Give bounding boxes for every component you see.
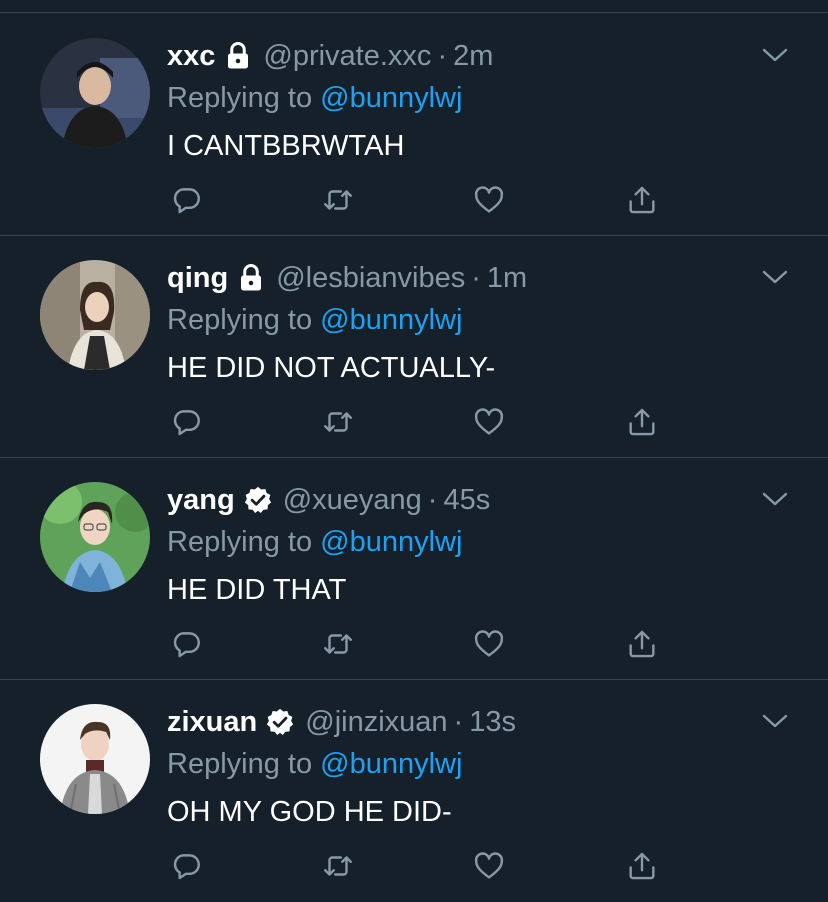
share-button[interactable] [622,624,662,664]
avatar-image [40,704,150,814]
user-handle[interactable]: @private.xxc [263,40,431,73]
tweet-item[interactable]: xxc @private.xxc · 2m Replying to @bunny… [0,14,828,236]
share-icon [629,408,655,436]
tweet-actions [0,402,828,442]
display-name[interactable]: qing [167,262,228,295]
tweet-actions [0,180,828,220]
separator-dot: · [453,705,464,738]
user-handle[interactable]: @lesbianvibes [276,262,465,295]
user-handle[interactable]: @xueyang [283,484,422,517]
replying-to-label: Replying to [167,82,313,114]
timestamp[interactable]: 1m [487,262,527,295]
replying-to-label: Replying to [167,526,313,558]
reply-button[interactable] [166,180,206,220]
reply-button[interactable] [166,846,206,886]
separator-dot: · [427,483,438,516]
avatar[interactable] [40,260,150,370]
tweet-item[interactable]: yang @xueyang · 45s Replying to @bunnylw… [0,458,828,680]
display-name[interactable]: xxc [167,40,215,73]
tweet-actions [0,624,828,664]
heart-icon [474,852,504,879]
retweet-icon [324,412,352,432]
heart-icon [474,630,504,657]
display-name[interactable]: zixuan [167,706,257,739]
tweet-text: OH MY GOD HE DID- [167,796,452,828]
retweet-icon [324,634,352,654]
avatar-image [40,38,150,148]
display-name[interactable]: yang [167,484,235,517]
reply-icon [173,410,200,436]
avatar-image [40,482,150,592]
retweet-icon [324,856,352,876]
reply-icon [173,632,200,658]
chevron-down-icon[interactable] [760,488,790,510]
tweet-header: yang @xueyang · 45s [167,480,490,520]
tweet-text: I CANTBBRWTAH [167,130,405,162]
mention-link[interactable]: @bunnylwj [320,526,462,558]
reply-button[interactable] [166,402,206,442]
chevron-down-icon[interactable] [760,266,790,288]
avatar[interactable] [40,38,150,148]
replying-to-label: Replying to [167,304,313,336]
retweet-button[interactable] [318,624,358,664]
like-button[interactable] [469,624,509,664]
retweet-button[interactable] [318,402,358,442]
mention-link[interactable]: @bunnylwj [320,82,462,114]
replying-to: Replying to @bunnylwj [167,748,462,781]
reply-button[interactable] [166,624,206,664]
replying-to: Replying to @bunnylwj [167,82,462,115]
share-icon [629,852,655,880]
timestamp[interactable]: 2m [453,40,493,73]
heart-icon [474,186,504,213]
separator-dot: · [437,39,448,72]
replying-to-label: Replying to [167,748,313,780]
avatar[interactable] [40,704,150,814]
reply-icon [173,188,200,214]
share-icon [629,186,655,214]
tweet-header: qing @lesbianvibes · 1m [167,258,527,298]
tweet-header: xxc @private.xxc · 2m [167,36,493,76]
tweet-item[interactable]: qing @lesbianvibes · 1m Replying to @bun… [0,236,828,458]
heart-icon [474,408,504,435]
lock-icon [223,41,253,71]
tweet-text: HE DID NOT ACTUALLY- [167,352,496,384]
mention-link[interactable]: @bunnylwj [320,304,462,336]
tweet-actions [0,846,828,886]
avatar-image [40,260,150,370]
timestamp[interactable]: 13s [469,706,516,739]
retweet-button[interactable] [318,846,358,886]
verified-icon [243,485,273,515]
tweet-text: HE DID THAT [167,574,347,606]
replying-to: Replying to @bunnylwj [167,526,462,559]
retweet-icon [324,190,352,210]
replying-to: Replying to @bunnylwj [167,304,462,337]
verified-icon [265,707,295,737]
top-divider [0,12,828,13]
share-button[interactable] [622,402,662,442]
lock-icon [236,263,266,293]
share-button[interactable] [622,846,662,886]
like-button[interactable] [469,180,509,220]
chevron-down-icon[interactable] [760,44,790,66]
separator-dot: · [471,261,481,294]
mention-link[interactable]: @bunnylwj [320,748,462,780]
retweet-button[interactable] [318,180,358,220]
like-button[interactable] [469,846,509,886]
timestamp[interactable]: 45s [443,484,490,517]
chevron-down-icon[interactable] [760,710,790,732]
tweet-item[interactable]: zixuan @jinzixuan · 13s Replying to @bun… [0,680,828,902]
tweet-header: zixuan @jinzixuan · 13s [167,702,516,742]
user-handle[interactable]: @jinzixuan [305,706,447,739]
like-button[interactable] [469,402,509,442]
reply-icon [173,854,200,880]
share-button[interactable] [622,180,662,220]
share-icon [629,630,655,658]
avatar[interactable] [40,482,150,592]
